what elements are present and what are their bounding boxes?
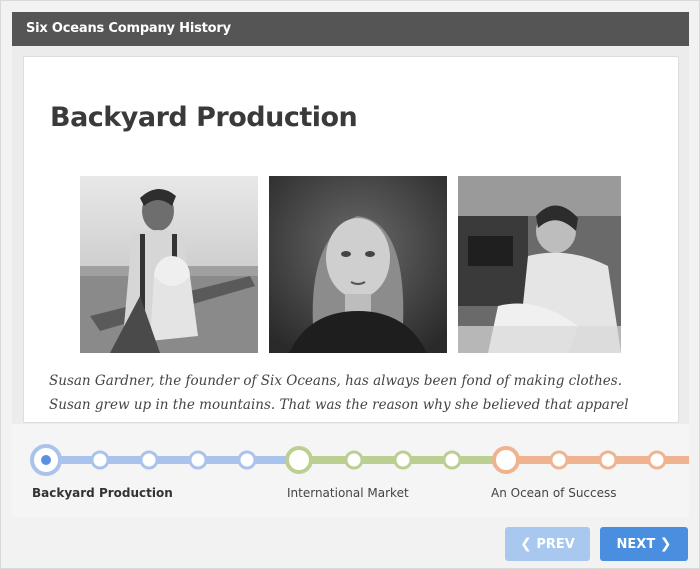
prev-button[interactable]: ❮ PREV [505,527,590,561]
slide-title: Backyard Production [50,102,358,133]
player-window: Six Oceans Company History Backyard Prod… [12,12,689,517]
next-button[interactable]: NEXT ❯ [600,527,688,561]
timeline-dot[interactable] [442,450,462,470]
timeline-label-international-market[interactable]: International Market [287,486,409,500]
timeline-dot[interactable] [647,450,667,470]
timeline-dot[interactable] [549,450,569,470]
timeline-marker-an-ocean-of-success[interactable] [492,446,520,474]
timeline-dot[interactable] [598,450,618,470]
slide-body-text: Susan Gardner, the founder of Six Oceans… [49,373,629,422]
timeline-dot[interactable] [139,450,159,470]
timeline-dot[interactable] [188,450,208,470]
window-title: Six Oceans Company History [12,12,689,46]
chevron-right-icon: ❯ [659,536,672,552]
next-button-label: NEXT [616,537,656,552]
timeline-dot[interactable] [90,450,110,470]
timeline-dot[interactable] [393,450,413,470]
prev-button-label: PREV [536,537,575,552]
chevron-left-icon: ❮ [520,536,532,552]
photo-man-with-child-icon [80,176,258,353]
timeline-active-dot [41,455,51,465]
photo-young-woman-portrait-icon [269,176,447,353]
timeline-dot[interactable] [237,450,257,470]
photo-woman-sewing-icon [458,176,621,353]
timeline-label-backyard-production[interactable]: Backyard Production [32,486,173,500]
timeline-marker-international-market[interactable] [285,446,313,474]
slide-card: Backyard Production Susan Gardner, the f… [23,56,679,423]
timeline: Backyard Production International Market… [12,424,689,517]
timeline-label-an-ocean-of-success[interactable]: An Ocean of Success [491,486,617,500]
timeline-dot[interactable] [344,450,364,470]
player-frame: Six Oceans Company History Backyard Prod… [0,0,700,569]
